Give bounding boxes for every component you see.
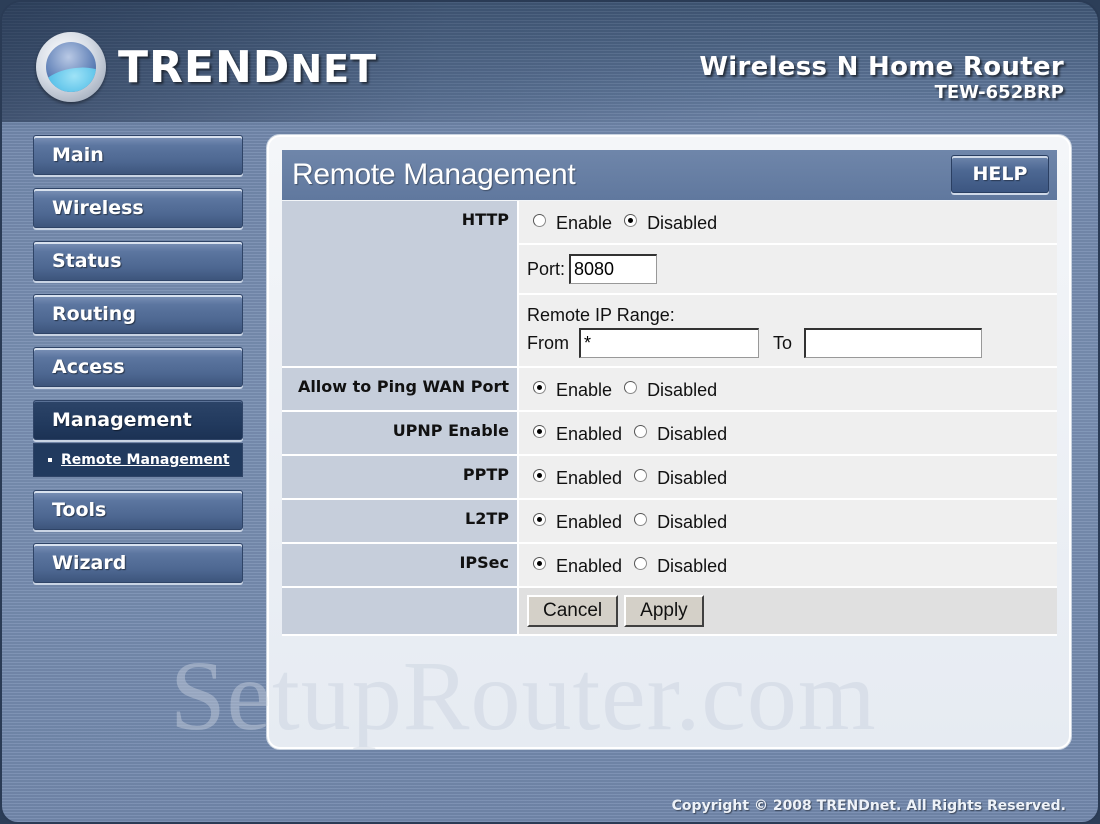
port-label: Port: (527, 258, 566, 279)
http-label: HTTP (282, 201, 519, 368)
ping-label: Allow to Ping WAN Port (282, 367, 519, 412)
ping-enable-radio[interactable] (533, 380, 546, 394)
sidebar-item-routing[interactable]: Routing (33, 294, 243, 334)
to-label: To (773, 332, 793, 353)
pptp-disabled-label: Disabled (657, 467, 728, 488)
logo-globe-icon (36, 32, 106, 102)
product-name: Wireless N Home Router (699, 52, 1064, 82)
content-panel: Remote Management HELP HTTP Enable Disab… (266, 134, 1072, 750)
l2tp-label: L2TP (282, 499, 519, 544)
pptp-enabled-label: Enabled (556, 467, 623, 488)
panel-header: Remote Management HELP (282, 150, 1057, 200)
help-button[interactable]: HELP (951, 155, 1049, 193)
sidebar-nav: Main Wireless Status Routing Access Mana… (33, 135, 243, 596)
http-enable-radio[interactable] (533, 213, 546, 227)
ping-enable-label: Enable (556, 379, 613, 400)
pptp-disabled-radio[interactable] (634, 468, 648, 482)
ipsec-label: IPSec (282, 543, 519, 588)
upnp-enabled-label: Enabled (556, 423, 623, 444)
router-frame: TRENDnet Wireless N Home Router TEW-652B… (0, 0, 1100, 824)
ping-disabled-radio[interactable] (624, 380, 638, 394)
remote-management-form: HTTP Enable Disabled Port: 8080 Remote I… (282, 201, 1057, 636)
http-disabled-radio[interactable] (624, 213, 638, 227)
logo-text: TRENDnet (118, 42, 377, 93)
from-ip-input[interactable] (579, 328, 759, 358)
ipsec-row: IPSec Enabled Disabled (282, 543, 1057, 588)
sidebar-item-wireless[interactable]: Wireless (33, 188, 243, 228)
upnp-disabled-radio[interactable] (634, 424, 648, 438)
l2tp-row: L2TP Enabled Disabled (282, 499, 1057, 544)
actions-row: Cancel Apply (282, 587, 1057, 636)
trendnet-logo: TRENDnet (36, 32, 377, 102)
port-input[interactable] (569, 254, 658, 284)
http-options: Enable Disabled (518, 201, 1057, 245)
upnp-label: UPNP Enable (282, 411, 519, 456)
cancel-button[interactable]: Cancel (527, 595, 619, 627)
http-enable-label: Enable (556, 212, 613, 233)
ping-row: Allow to Ping WAN Port Enable Disabled (282, 367, 1057, 412)
ipsec-enabled-radio[interactable] (533, 556, 546, 570)
to-ip-input[interactable] (804, 328, 983, 358)
pptp-enabled-radio[interactable] (533, 468, 546, 482)
bullet-icon (48, 458, 52, 462)
page-title: Remote Management (292, 158, 576, 191)
remote-ip-range-label: Remote IP Range: (527, 305, 675, 325)
sidebar-item-status[interactable]: Status (33, 241, 243, 281)
upnp-row: UPNP Enable Enabled Disabled (282, 411, 1057, 456)
http-row: HTTP Enable Disabled (282, 201, 1057, 368)
pptp-label: PPTP (282, 455, 519, 500)
logo-text-lower: net (290, 46, 377, 91)
l2tp-disabled-radio[interactable] (634, 512, 648, 526)
sidebar-item-tools[interactable]: Tools (33, 490, 243, 530)
ping-disabled-label: Disabled (647, 379, 718, 400)
sidebar-item-wizard[interactable]: Wizard (33, 543, 243, 583)
l2tp-disabled-label: Disabled (657, 511, 728, 532)
product-model: TEW-652BRP (934, 82, 1064, 103)
sidebar-subitem-remote-management[interactable]: Remote Management (61, 452, 230, 468)
sidebar-item-main[interactable]: Main (33, 135, 243, 175)
sidebar-item-access[interactable]: Access (33, 347, 243, 387)
upnp-enabled-radio[interactable] (533, 424, 546, 438)
ipsec-disabled-label: Disabled (657, 555, 728, 576)
pptp-row: PPTP Enabled Disabled (282, 455, 1057, 500)
l2tp-enabled-radio[interactable] (533, 512, 546, 526)
sidebar-item-management[interactable]: Management (33, 400, 243, 440)
upnp-disabled-label: Disabled (657, 423, 728, 444)
logo-text-upper: TREND (118, 41, 291, 93)
l2tp-enabled-label: Enabled (556, 511, 623, 532)
ipsec-enabled-label: Enabled (556, 555, 623, 576)
copyright-text: Copyright © 2008 TRENDnet. All Rights Re… (671, 798, 1066, 814)
product-info: Wireless N Home Router TEW-652BRP (699, 52, 1064, 103)
sidebar-subnav: Remote Management (33, 443, 243, 477)
ipsec-disabled-radio[interactable] (634, 556, 648, 570)
from-label: From (527, 332, 569, 353)
apply-button[interactable]: Apply (624, 595, 704, 627)
http-disabled-label: Disabled (647, 212, 718, 233)
